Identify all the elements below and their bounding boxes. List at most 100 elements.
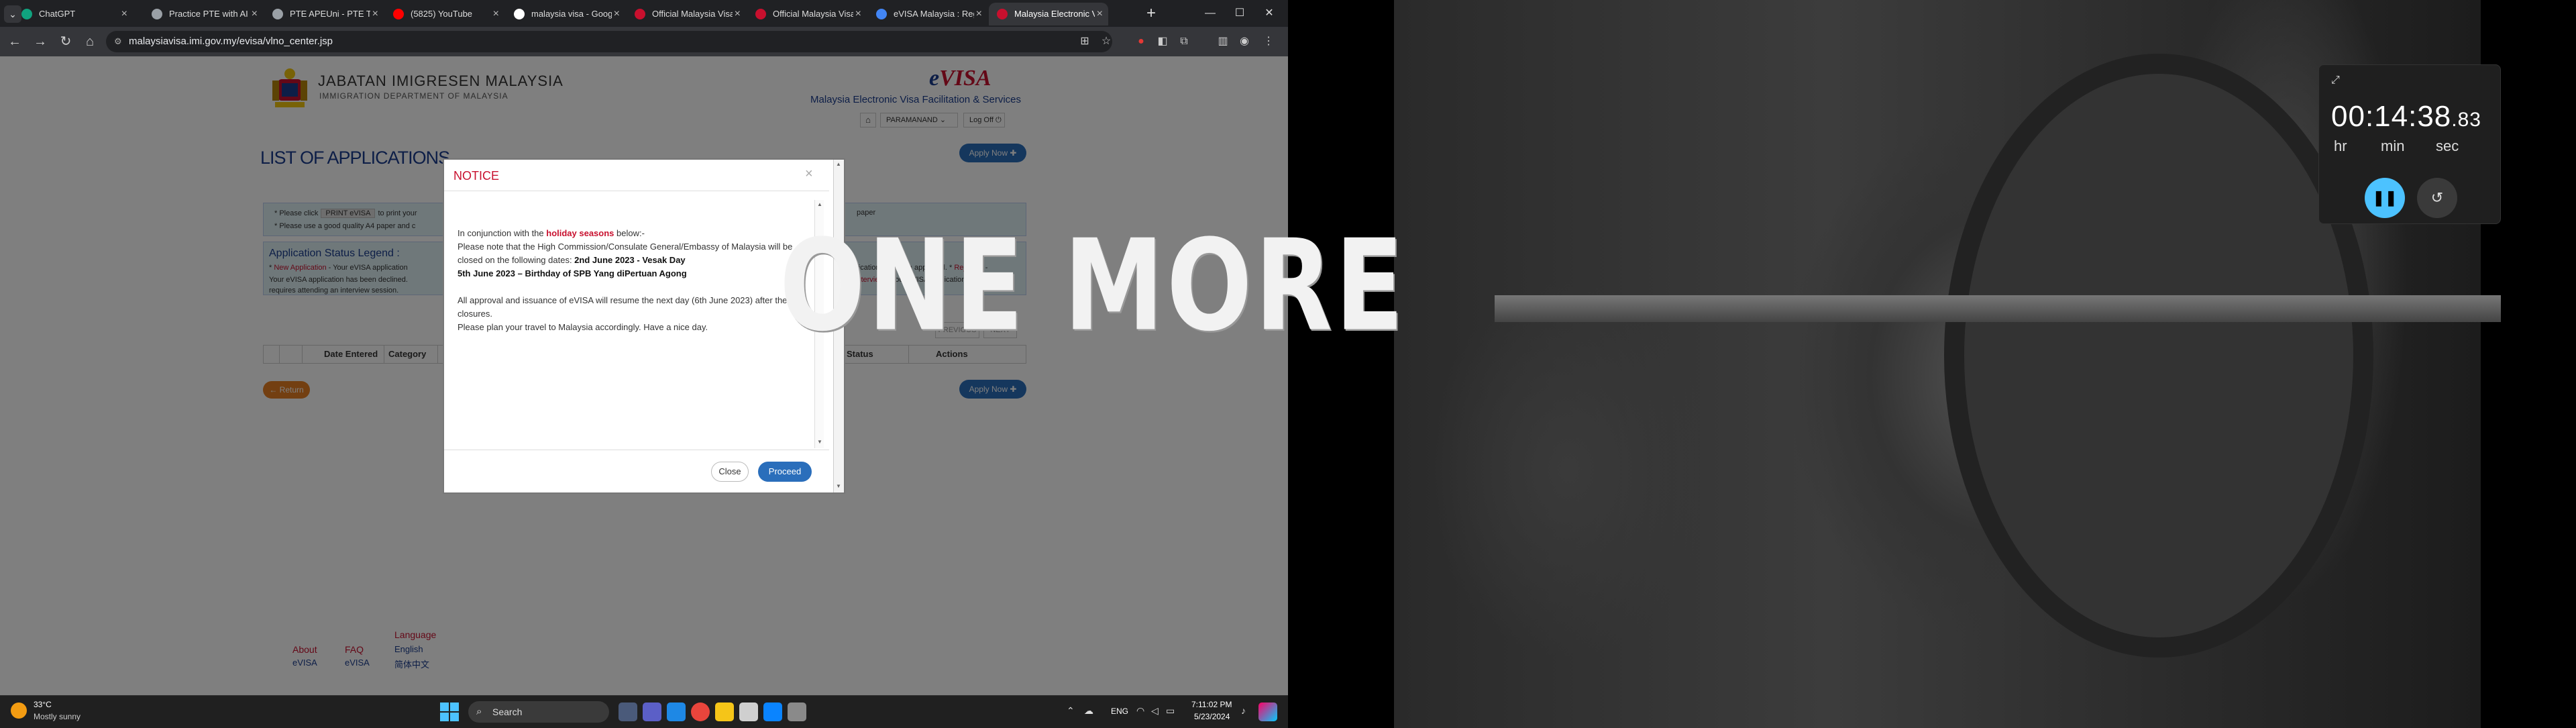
outer-scroll-up-icon[interactable]: ▲: [834, 161, 843, 167]
tab-close-icon[interactable]: ×: [372, 3, 378, 25]
browser-tab[interactable]: malaysia visa - Google ×: [506, 3, 625, 25]
tab-favicon-icon: [755, 9, 766, 19]
maximize-button[interactable]: ☐: [1228, 4, 1252, 23]
tab-title: (5825) YouTube: [411, 9, 473, 19]
battery-icon[interactable]: ▭: [1166, 705, 1175, 717]
notice-closure: Please note that the High Commission/Con…: [458, 242, 793, 265]
bookmark-star-icon[interactable]: ☆: [1099, 34, 1114, 49]
minimize-button[interactable]: —: [1198, 4, 1222, 23]
tab-close-icon[interactable]: ×: [614, 3, 620, 25]
pause-icon[interactable]: ❚❚: [2365, 178, 2405, 218]
input-language[interactable]: ENG: [1111, 707, 1128, 716]
address-bar[interactable]: ⚙ malaysiavisa.imi.gov.my/evisa/vlno_cen…: [106, 31, 1112, 52]
tab-close-icon[interactable]: ×: [493, 3, 499, 25]
browser-tab[interactable]: Official Malaysia Visa ×: [627, 3, 746, 25]
tab-title: Practice PTE with AI Sc: [169, 9, 250, 19]
scroll-up-icon[interactable]: ▲: [815, 201, 824, 207]
side-panel-icon[interactable]: ▥: [1216, 34, 1230, 49]
scroll-down-icon[interactable]: ▼: [815, 439, 824, 445]
tray-chevron-up-icon[interactable]: ⌃: [1067, 705, 1075, 717]
modal-close-x-icon[interactable]: ×: [805, 166, 813, 182]
close-button[interactable]: Close: [711, 462, 749, 482]
tab-title: ChatGPT: [39, 9, 76, 19]
notice-plan: Please plan your travel to Malaysia acco…: [458, 322, 708, 332]
outer-scroll-down-icon[interactable]: ▼: [834, 483, 843, 489]
stopwatch-readout: 00:14:38.83: [2331, 100, 2481, 134]
search-icon: ⌕: [476, 706, 482, 717]
tab-favicon-icon: [635, 9, 645, 19]
tab-favicon-icon: [876, 9, 887, 19]
chrome-icon[interactable]: [691, 703, 710, 721]
tab-title: malaysia visa - Google: [531, 9, 612, 19]
reload-icon[interactable]: ↻: [56, 32, 75, 51]
proceed-button[interactable]: Proceed: [758, 462, 812, 482]
wifi-icon[interactable]: ◠: [1136, 705, 1144, 717]
browser-tab[interactable]: ChatGPT ×: [13, 3, 133, 25]
stopwatch-fraction: .83: [2451, 109, 2481, 131]
task-view-icon[interactable]: [619, 703, 637, 721]
modal-title: NOTICE: [453, 169, 500, 183]
notice-intro: In conjunction with the holiday seasons …: [458, 228, 645, 238]
tray-cloud-icon[interactable]: ☁: [1084, 705, 1093, 717]
file-explorer-icon[interactable]: [715, 703, 734, 721]
back-icon[interactable]: ←: [5, 32, 24, 51]
tab-title: Malaysia Electronic Vi: [1014, 9, 1095, 19]
browser-tab[interactable]: eVISA Malaysia : Reg ×: [868, 3, 987, 25]
clock-time[interactable]: 7:11:02 PM: [1191, 700, 1232, 709]
tab-title: PTE APEUni - PTE Test: [290, 9, 370, 19]
desktop: ⌄ ChatGPT×Practice PTE with AI Sc×PTE AP…: [0, 0, 2576, 728]
tab-close-icon[interactable]: ×: [855, 3, 861, 25]
vscode-icon[interactable]: [667, 703, 686, 721]
new-tab-button[interactable]: +: [1142, 4, 1161, 23]
translate-icon[interactable]: ⊞: [1077, 34, 1092, 49]
tab-close-icon[interactable]: ×: [735, 3, 741, 25]
tab-favicon-icon: [21, 9, 32, 19]
weather-sun-icon[interactable]: [11, 703, 27, 719]
notice-resume: All approval and issuance of eVISA will …: [458, 295, 797, 319]
profile-icon[interactable]: ◉: [1237, 34, 1252, 49]
snipping-tool-icon[interactable]: [763, 703, 782, 721]
tab-close-icon[interactable]: ×: [1097, 3, 1103, 25]
extensions-puzzle-icon[interactable]: ⧉: [1177, 34, 1191, 49]
browser-tab[interactable]: (5825) YouTube ×: [385, 3, 504, 25]
browser-tab[interactable]: PTE APEUni - PTE Test×: [264, 3, 384, 25]
label-hr: hr: [2334, 138, 2347, 154]
settings-gear-icon[interactable]: [788, 703, 806, 721]
tab-title: Official Malaysia Visa: [652, 9, 733, 19]
menu-kebab-icon[interactable]: ⋮: [1261, 34, 1276, 49]
weather-temperature[interactable]: 33°C: [34, 700, 52, 709]
tab-favicon-icon: [997, 9, 1008, 19]
tab-favicon-icon: [514, 9, 525, 19]
extension-adblock-icon[interactable]: ●: [1134, 34, 1148, 49]
tab-favicon-icon: [152, 9, 162, 19]
tab-title: Official Malaysia Visa: [773, 9, 853, 19]
reset-icon[interactable]: ↺: [2417, 178, 2457, 218]
pin-icon[interactable]: ⤢: [2331, 74, 2340, 87]
windows-start-icon[interactable]: [440, 703, 459, 721]
tab-close-icon[interactable]: ×: [976, 3, 982, 25]
clock-date[interactable]: 5/23/2024: [1194, 712, 1230, 721]
browser-tab[interactable]: Official Malaysia Visa ×: [747, 3, 867, 25]
taskbar-search[interactable]: ⌕ Search: [468, 701, 609, 723]
tab-favicon-icon: [393, 9, 404, 19]
clock-timer-widget: ⤢ 00:14:38.83 hr min sec ❚❚ ↺: [2318, 64, 2501, 224]
copilot-icon[interactable]: [1258, 703, 1277, 721]
weather-description[interactable]: Mostly sunny: [34, 712, 80, 721]
tab-close-icon[interactable]: ×: [121, 3, 127, 25]
clock-app-icon[interactable]: [739, 703, 758, 721]
volume-icon[interactable]: ◁: [1151, 705, 1159, 717]
extension-icon[interactable]: ◧: [1155, 34, 1170, 49]
tab-close-icon[interactable]: ×: [252, 3, 258, 25]
window-close-button[interactable]: ✕: [1257, 4, 1281, 23]
site-info-icon[interactable]: ⚙: [114, 31, 122, 52]
browser-toolbar: ← → ↻ ⌂ ⚙ malaysiavisa.imi.gov.my/evisa/…: [0, 27, 1288, 56]
teams-icon[interactable]: [643, 703, 661, 721]
notification-bell-icon[interactable]: ♪: [1241, 705, 1246, 716]
forward-icon[interactable]: →: [31, 32, 50, 51]
modal-body: In conjunction with the holiday seasons …: [458, 227, 812, 334]
label-min: min: [2381, 138, 2405, 154]
browser-tab[interactable]: Malaysia Electronic Vi ×: [989, 3, 1108, 25]
tab-favicon-icon: [272, 9, 283, 19]
home-icon[interactable]: ⌂: [80, 32, 99, 51]
browser-tab[interactable]: Practice PTE with AI Sc×: [144, 3, 263, 25]
